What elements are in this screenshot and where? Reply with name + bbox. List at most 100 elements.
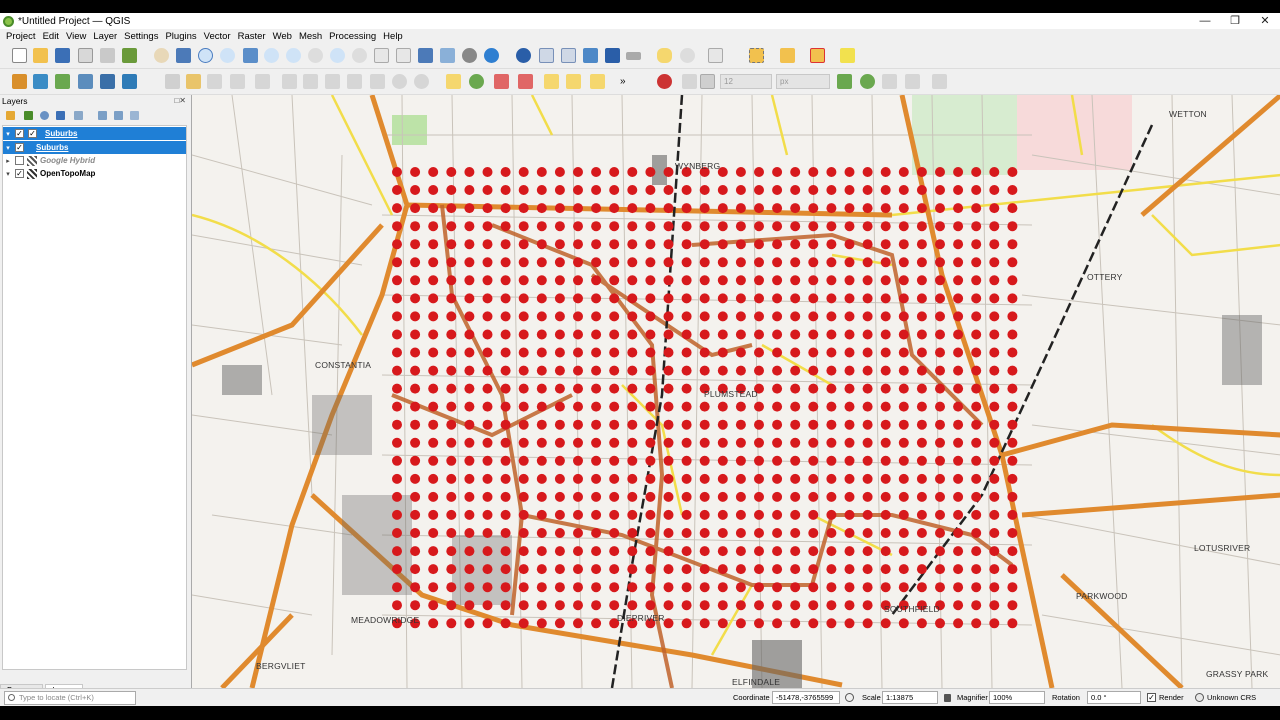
map-canvas[interactable]: WETTON WYNBERG OTTERY CONSTANTIA PLUMSTE… [191,95,1280,688]
highlight-labels-icon[interactable] [494,74,509,89]
layer-visibility-checkbox-inner[interactable]: ✓ [28,129,37,138]
georeferencer-icon[interactable] [860,74,875,89]
expand-arrow-icon[interactable]: ▾ [3,130,13,138]
map-tips-icon[interactable] [657,48,672,63]
advanced-digitizing-icon[interactable] [682,74,697,89]
layout-manager-icon[interactable] [100,48,115,63]
menu-help[interactable]: Help [383,31,403,42]
undo-icon[interactable] [392,74,407,89]
measure-icon[interactable] [626,52,641,60]
snapping-icon[interactable] [657,74,672,89]
redo-icon[interactable] [414,74,429,89]
move-label-icon[interactable] [566,74,581,89]
style-manager-icon[interactable] [122,48,137,63]
zoom-full-icon[interactable] [243,48,258,63]
layer-visibility-checkbox[interactable]: ✓ [15,129,24,138]
filter-legend-icon[interactable] [56,111,65,120]
extents-toggle-icon[interactable] [845,693,854,702]
current-edits-icon[interactable] [165,74,180,89]
filter-expression-icon[interactable] [74,111,83,120]
print-layout-icon[interactable] [78,48,93,63]
layer-row-google-hybrid[interactable]: ▸ Google Hybrid [3,154,186,167]
save-edits-icon[interactable] [207,74,222,89]
expand-all-icon[interactable] [98,111,107,120]
maximize-button[interactable]: ❐ [1220,13,1250,29]
show-bookmarks-icon[interactable] [440,48,455,63]
bookmark-icon[interactable] [418,48,433,63]
menu-project[interactable]: Project [6,31,36,42]
pan-to-selection-icon[interactable] [176,48,191,63]
pan-icon[interactable] [154,48,169,63]
new-map-view-icon[interactable] [374,48,389,63]
temporal-controller-icon[interactable] [462,48,477,63]
cut-features-icon[interactable] [325,74,340,89]
show-hide-labels-icon[interactable] [544,74,559,89]
zoom-in-icon[interactable] [198,48,213,63]
text-annotation-icon[interactable] [708,48,723,63]
zoom-to-selection-icon[interactable] [264,48,279,63]
layer-visibility-checkbox[interactable]: ✓ [15,143,24,152]
data-source-manager-icon[interactable] [12,74,27,89]
pin-labels-icon[interactable] [518,74,533,89]
open-project-icon[interactable] [33,48,48,63]
minimize-button[interactable]: — [1190,13,1220,29]
expand-arrow-icon[interactable]: ▾ [3,144,13,152]
menu-edit[interactable]: Edit [43,31,59,42]
split-features-icon[interactable] [905,74,920,89]
zoom-to-layer-icon[interactable] [286,48,301,63]
menu-raster[interactable]: Raster [238,31,266,42]
select-features-icon[interactable] [749,48,764,63]
render-checkbox[interactable]: ✓ [1147,693,1156,702]
refresh-icon[interactable] [484,48,499,63]
deselect-icon[interactable] [810,48,825,63]
new-geopackage-icon[interactable] [33,74,48,89]
add-group-icon[interactable] [24,111,33,120]
measure-line-icon[interactable] [837,74,852,89]
unit-selector[interactable]: px [776,74,830,89]
toggle-editing-icon[interactable] [186,74,201,89]
menu-web[interactable]: Web [273,31,292,42]
select-all-icon[interactable] [840,48,855,63]
zoom-next-icon[interactable] [352,48,367,63]
save-project-icon[interactable] [55,48,70,63]
expand-arrow-icon[interactable]: ▸ [3,157,13,165]
field-calculator-icon[interactable] [561,48,576,63]
new-virtual-layer-icon[interactable] [122,74,137,89]
shape-digitizing-icon[interactable] [700,74,715,89]
style-panel-icon[interactable] [6,111,15,120]
add-feature-icon[interactable] [230,74,245,89]
layer-row-suburbs-1[interactable]: ▾ ✓ ✓ Suburbs [3,127,186,140]
close-button[interactable]: ✕ [1250,13,1280,29]
edit-tool-icon[interactable] [882,74,897,89]
menu-view[interactable]: View [66,31,86,42]
modify-attributes-icon[interactable] [282,74,297,89]
menu-plugins[interactable]: Plugins [165,31,196,42]
new-temp-layer-icon[interactable] [78,74,93,89]
attribute-table-icon[interactable] [539,48,554,63]
magnifier-spinbox[interactable]: 100% [989,691,1045,704]
new-project-icon[interactable] [12,48,27,63]
select-by-value-icon[interactable] [780,48,795,63]
rotation-spinbox[interactable]: 0.0 ° [1087,691,1141,704]
layer-visibility-checkbox[interactable]: ✓ [15,169,24,178]
delete-selected-icon[interactable] [303,74,318,89]
manage-visibility-icon[interactable] [40,111,49,120]
statistics-icon[interactable] [605,48,620,63]
more-tools-icon[interactable]: » [620,74,628,89]
rotate-label-icon[interactable] [590,74,605,89]
crs-globe-icon[interactable] [1195,693,1204,702]
merge-features-icon[interactable] [932,74,947,89]
label-layer-icon[interactable] [446,74,461,89]
expand-arrow-icon[interactable]: ▾ [3,170,13,178]
menu-processing[interactable]: Processing [329,31,376,42]
collapse-all-icon[interactable] [114,111,123,120]
lock-scale-icon[interactable] [944,694,951,702]
zoom-native-icon[interactable] [308,48,323,63]
remove-layer-icon[interactable] [130,111,139,120]
locator-search-icon[interactable] [680,48,695,63]
crs-label[interactable]: Unknown CRS [1207,693,1256,702]
menu-settings[interactable]: Settings [124,31,158,42]
new-3d-view-icon[interactable] [396,48,411,63]
scale-combobox[interactable]: 1:13875 [882,691,938,704]
new-shapefile-icon[interactable] [55,74,70,89]
